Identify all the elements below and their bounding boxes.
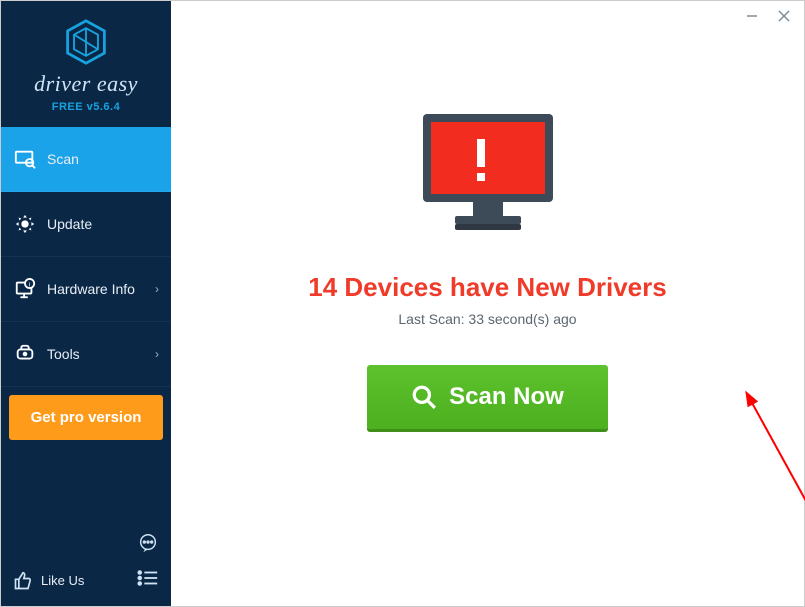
sidebar-item-label: Hardware Info	[47, 281, 135, 297]
last-scan-label: Last Scan: 33 second(s) ago	[398, 311, 576, 327]
sidebar-item-scan[interactable]: Scan	[1, 127, 171, 192]
sidebar-item-hardware[interactable]: i Hardware Info ›	[1, 257, 171, 322]
like-us-label: Like Us	[41, 573, 84, 588]
logo-area: driver easy FREE v5.6.4	[1, 1, 171, 127]
brand-name: driver easy	[1, 71, 171, 97]
scan-now-button[interactable]: Scan Now	[367, 365, 608, 429]
logo-icon	[63, 19, 109, 65]
sidebar-bottom: Like Us	[1, 522, 171, 606]
feedback-icon[interactable]	[137, 532, 159, 559]
scan-icon	[13, 147, 37, 171]
like-us-button[interactable]: Like Us	[13, 571, 84, 591]
update-icon	[13, 212, 37, 236]
spacer	[1, 448, 171, 522]
content: 14 Devices have New Drivers Last Scan: 3…	[171, 31, 804, 606]
sidebar-item-label: Scan	[47, 151, 79, 167]
titlebar	[171, 1, 804, 31]
menu-icon[interactable]	[137, 569, 159, 592]
sidebar: driver easy FREE v5.6.4 Scan	[1, 1, 171, 606]
get-pro-button[interactable]: Get pro version	[9, 395, 163, 440]
main-panel: 14 Devices have New Drivers Last Scan: 3…	[171, 1, 804, 606]
version-label: FREE v5.6.4	[1, 101, 171, 113]
nav: Scan Update	[1, 127, 171, 387]
hardware-icon: i	[13, 277, 37, 301]
search-icon	[411, 384, 437, 410]
scan-button-label: Scan Now	[449, 383, 564, 411]
thumbs-up-icon	[13, 571, 33, 591]
headline: 14 Devices have New Drivers	[308, 272, 666, 303]
close-button[interactable]	[770, 6, 798, 26]
sidebar-item-label: Update	[47, 216, 92, 232]
chevron-right-icon: ›	[155, 347, 159, 361]
minimize-button[interactable]	[738, 6, 766, 26]
chevron-right-icon: ›	[155, 282, 159, 296]
svg-text:i: i	[29, 281, 30, 288]
sidebar-item-update[interactable]: Update	[1, 192, 171, 257]
app-window: driver easy FREE v5.6.4 Scan	[0, 0, 805, 607]
sidebar-item-label: Tools	[47, 346, 80, 362]
alert-monitor-icon	[413, 109, 563, 244]
sidebar-item-tools[interactable]: Tools ›	[1, 322, 171, 387]
tools-icon	[13, 342, 37, 366]
